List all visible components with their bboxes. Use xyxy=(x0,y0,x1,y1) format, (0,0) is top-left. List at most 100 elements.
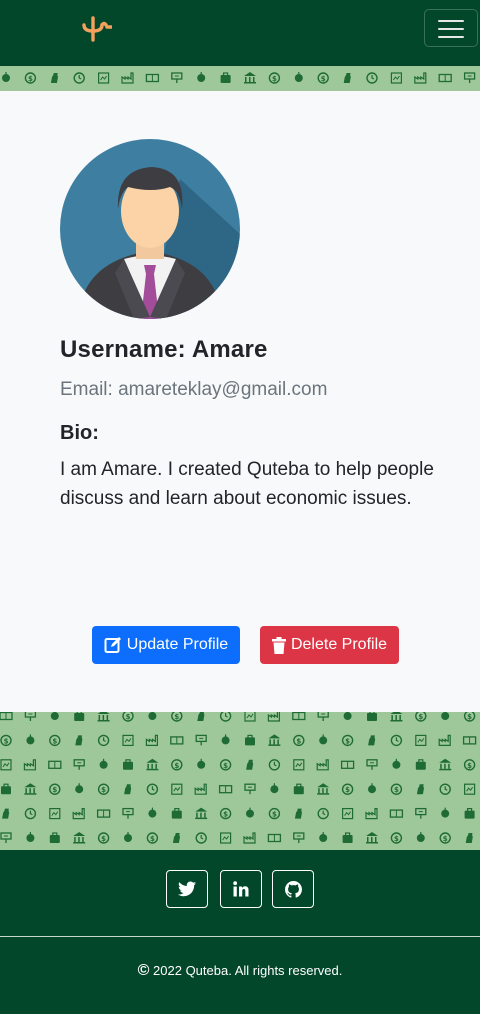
pattern-icon xyxy=(268,759,281,771)
pattern-icon xyxy=(414,72,427,84)
copyright-label: 2022 Quteba. All rights reserved. xyxy=(153,963,343,978)
pattern-icon xyxy=(342,807,354,820)
pattern-icon xyxy=(267,833,282,843)
pattern-icon xyxy=(219,759,232,771)
pattern-icon xyxy=(171,72,183,84)
pattern-icon xyxy=(390,734,403,747)
pattern-icon xyxy=(293,783,305,795)
pattern-icon xyxy=(268,72,281,84)
pattern-icon xyxy=(97,783,110,795)
pattern-icon xyxy=(390,783,403,795)
pattern-icon xyxy=(319,832,328,842)
pattern-icon xyxy=(366,832,378,844)
pattern-icon xyxy=(170,736,184,745)
github-link[interactable] xyxy=(272,870,314,908)
copyright-text: © 2022 Quteba. All rights reserved. xyxy=(0,962,480,980)
pattern-icon xyxy=(244,72,256,84)
pattern-icon xyxy=(244,734,256,747)
github-icon xyxy=(284,880,302,898)
pattern-icon xyxy=(49,832,61,844)
pattern-icon xyxy=(343,73,352,83)
pattern-icon xyxy=(97,734,110,747)
pattern-icon xyxy=(73,72,85,84)
pattern-icon xyxy=(171,712,183,722)
pattern-icon xyxy=(294,808,303,819)
pattern-icon xyxy=(219,807,232,820)
pattern-icon xyxy=(50,73,59,83)
twitter-link[interactable] xyxy=(166,870,208,908)
hamburger-line xyxy=(438,36,464,38)
pattern-icon xyxy=(2,72,10,82)
pattern-icon xyxy=(343,712,352,720)
linkedin-icon xyxy=(233,881,249,897)
pattern-icon xyxy=(341,783,354,795)
update-profile-label: Update Profile xyxy=(126,636,229,653)
pattern-icon xyxy=(171,783,183,795)
pattern-icon xyxy=(268,734,281,746)
pattern-icon xyxy=(97,712,110,722)
pattern-icon xyxy=(24,807,37,820)
navbar-toggler-button[interactable] xyxy=(424,9,478,47)
pattern-icon xyxy=(146,758,159,771)
pattern-icon xyxy=(244,783,256,795)
pattern-icon xyxy=(0,783,12,795)
pattern-icon xyxy=(220,832,232,844)
pattern-icon xyxy=(366,72,378,84)
pattern-icon xyxy=(316,759,329,771)
pattern-icon xyxy=(49,734,61,747)
pattern-icon xyxy=(24,72,37,84)
pattern-icon xyxy=(293,734,305,747)
copyright-icon: © xyxy=(137,962,150,979)
pattern-icon xyxy=(122,712,134,722)
pattern-icon xyxy=(441,807,450,818)
pattern-icon xyxy=(270,783,279,794)
pattern-icon xyxy=(218,785,233,794)
pattern-icon xyxy=(365,807,378,820)
pattern-icon xyxy=(24,783,37,795)
pattern-icon xyxy=(99,758,108,769)
pattern-icon xyxy=(366,712,378,722)
pattern-icon xyxy=(415,759,427,771)
pattern-icon xyxy=(48,760,62,769)
pattern-icon xyxy=(340,760,355,769)
pattern-icon xyxy=(121,72,134,84)
email-text: Email: amareteklay@gmail.com xyxy=(60,379,328,400)
pattern-icon xyxy=(464,807,476,820)
pattern-icon xyxy=(439,758,452,771)
pattern-icon xyxy=(0,759,12,771)
pattern-icon xyxy=(97,832,110,844)
pattern-icon xyxy=(389,809,404,818)
user-avatar xyxy=(60,139,240,319)
hamburger-line xyxy=(438,20,464,22)
pattern-icon xyxy=(172,833,181,843)
pattern-icon xyxy=(366,759,378,771)
pattern-icon xyxy=(0,712,13,721)
pattern-icon xyxy=(197,758,206,769)
pattern-icon xyxy=(246,807,254,818)
bio-text: I am Amare. I created Quteba to help peo… xyxy=(60,459,434,509)
pattern-icon xyxy=(246,759,254,770)
linkedin-link[interactable] xyxy=(220,870,262,908)
pattern-icon xyxy=(438,73,452,83)
pattern-icon xyxy=(268,807,281,820)
pattern-icon xyxy=(124,832,132,842)
pattern-icon xyxy=(267,712,280,722)
footer: © 2022 Quteba. All rights reserved. xyxy=(0,850,480,1014)
pattern-icon xyxy=(197,712,206,721)
pattern-icon xyxy=(124,784,132,795)
update-profile-button[interactable]: Update Profile xyxy=(92,626,240,664)
quteba-logo-icon[interactable] xyxy=(80,16,112,42)
pattern-icon xyxy=(463,759,476,771)
pattern-icon xyxy=(73,759,85,771)
pattern-icon xyxy=(221,734,230,745)
pattern-icon xyxy=(171,759,183,771)
delete-profile-button[interactable]: Delete Profile xyxy=(260,626,399,664)
pattern-icon xyxy=(317,783,330,795)
pattern-icon xyxy=(293,832,305,844)
pattern-icon xyxy=(122,759,134,771)
pattern-icon xyxy=(243,832,256,844)
pattern-icon xyxy=(73,712,85,722)
pattern-icon xyxy=(194,783,207,795)
pattern-icon xyxy=(195,832,207,844)
pattern-icon xyxy=(0,832,12,844)
